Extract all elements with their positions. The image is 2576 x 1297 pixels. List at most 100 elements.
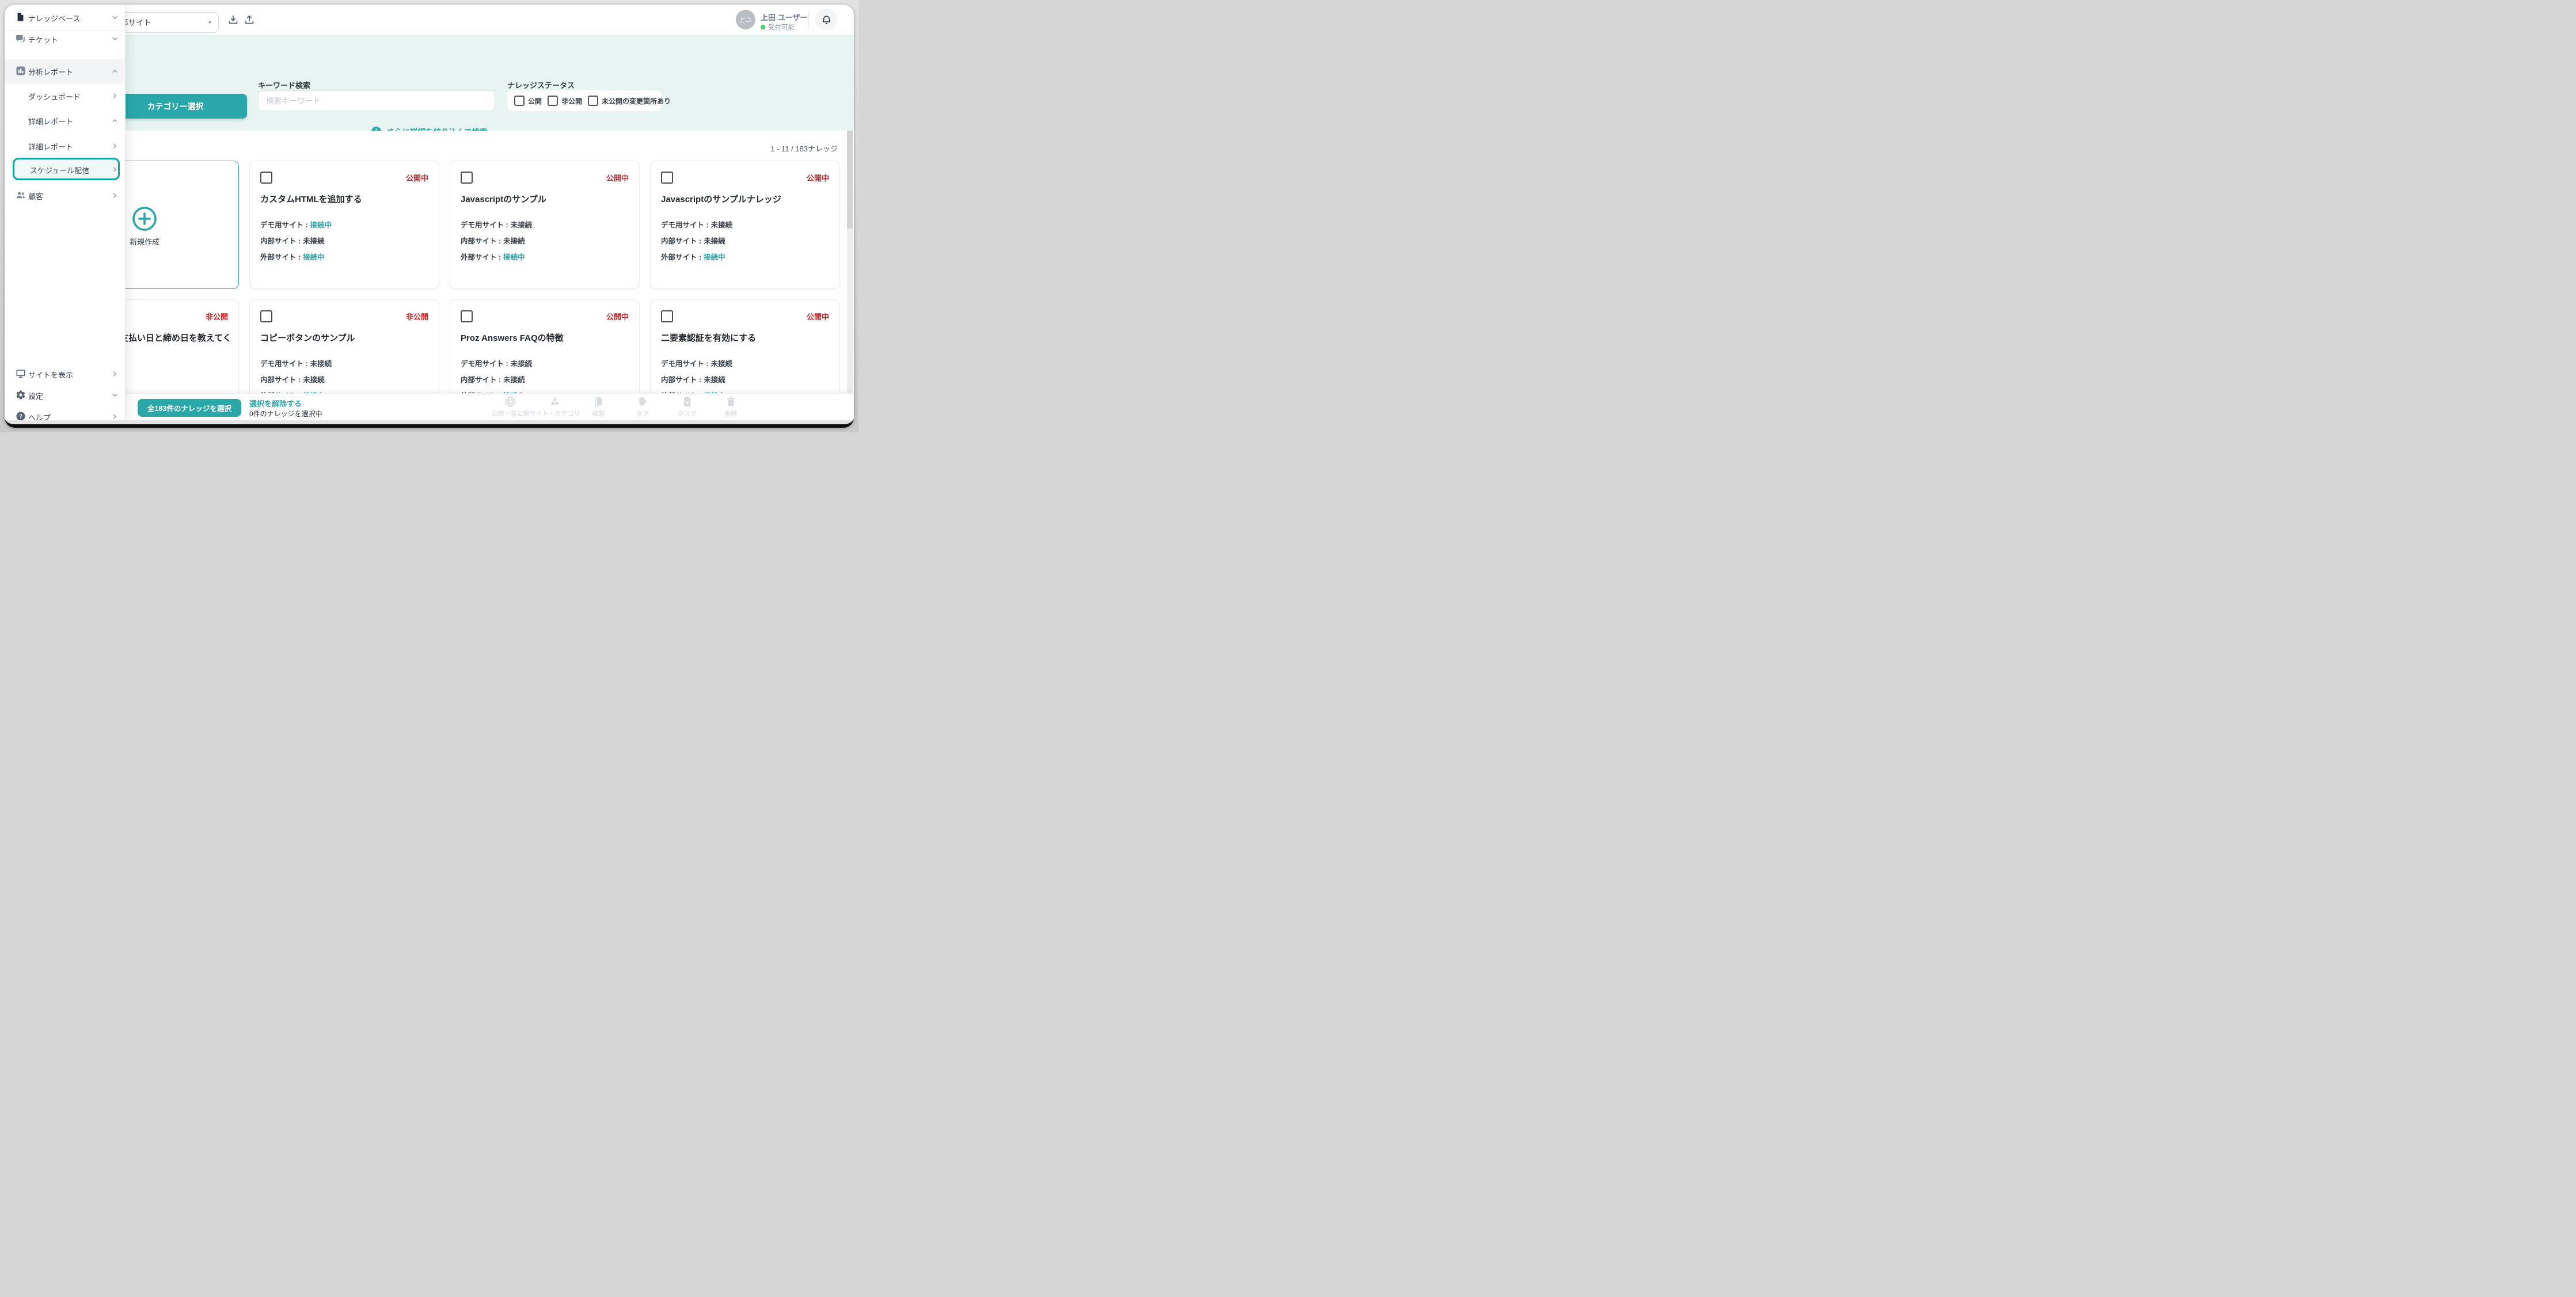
- action-label: 公開・非公開: [492, 409, 530, 418]
- people-icon: [16, 190, 26, 200]
- monitor-icon: [16, 368, 26, 379]
- select-all-button[interactable]: 全183件のナレッジを選択: [138, 399, 241, 417]
- user-status-label: 受付可能: [768, 22, 795, 32]
- status-option-public[interactable]: 公開: [514, 96, 542, 106]
- sidebar-item-knowledge-base[interactable]: ナレッジベース: [5, 6, 125, 29]
- chevron-up-icon: [111, 67, 119, 75]
- sidebar-item-schedule-delivery[interactable]: スケジュール配信: [13, 158, 120, 180]
- bar-chart-icon: [16, 66, 26, 76]
- avatar[interactable]: 上ユ: [736, 10, 755, 29]
- card-checkbox[interactable]: [260, 172, 272, 184]
- sidebar-item-label: チケット: [28, 34, 58, 45]
- site-line-internal: 内部サイト :未接続: [260, 374, 325, 385]
- sidebar-item-label: サイトを表示: [28, 369, 73, 380]
- bell-icon: [821, 14, 832, 25]
- deselect-link[interactable]: 選択を解除する: [249, 398, 302, 409]
- chevron-right-icon: [111, 370, 119, 378]
- result-count: 1 - 11 / 183ナレッジ: [638, 143, 838, 154]
- status-badge: 公開中: [406, 172, 428, 183]
- status-badge: 公開中: [606, 311, 629, 322]
- sidebar-item-label: 顧客: [28, 191, 43, 201]
- checkbox-icon[interactable]: [548, 96, 558, 106]
- status-option-label: 非公開: [561, 96, 582, 106]
- card-checkbox[interactable]: [260, 310, 272, 322]
- status-option-label: 公開: [528, 96, 542, 106]
- notifications-button[interactable]: [815, 9, 837, 31]
- status-badge: 公開中: [807, 311, 829, 322]
- sidebar-item-customers[interactable]: 顧客: [5, 184, 125, 207]
- card-title: 支払い日と締め日を教えてくださ: [120, 332, 231, 344]
- site-line-demo: デモ用サイト :接続中: [260, 219, 332, 230]
- upload-icon[interactable]: [243, 14, 256, 26]
- checkbox-icon[interactable]: [514, 96, 525, 106]
- sidebar-item-view-site[interactable]: サイトを表示: [5, 362, 125, 385]
- sidebar-item-analytics-report[interactable]: 分析レポート: [5, 59, 125, 82]
- card-title: Javascriptのサンプルナレッジ: [661, 193, 833, 205]
- scrollbar-thumb[interactable]: [847, 131, 853, 229]
- site-line-internal: 内部サイト :未接続: [661, 235, 725, 246]
- action-label: 複製: [592, 409, 605, 418]
- trash-icon: [725, 395, 737, 408]
- sidebar-item-label: ダッシュボード: [28, 91, 81, 102]
- sidebar-item-label: スケジュール配信: [30, 165, 89, 176]
- action-label: サイト・カテゴリ: [530, 409, 580, 418]
- action-site-category[interactable]: サイト・カテゴリ: [533, 395, 577, 418]
- sidebar-menu: ナレッジベース チケット 分析レポート ダッシュボード: [5, 5, 126, 424]
- sidebar-item-settings[interactable]: 設定: [5, 383, 125, 406]
- site-line-internal: 内部サイト :未接続: [661, 374, 725, 385]
- sidebar-item-label: 詳細レポート: [28, 116, 73, 127]
- site-line-external: 外部サイト :接続中: [260, 251, 325, 262]
- site-line-internal: 内部サイト :未接続: [461, 235, 525, 246]
- chevron-right-icon: [111, 413, 119, 420]
- action-duplicate[interactable]: 複製: [576, 395, 621, 418]
- action-label: 削除: [725, 409, 738, 418]
- card-title: Proz Answers FAQの特徴: [461, 332, 632, 344]
- knowledge-card[interactable]: 公開中 Javascriptのサンプルナレッジ デモ用サイト :未接続 内部サイ…: [650, 161, 840, 289]
- avatar-initials: 上ユ: [739, 15, 753, 24]
- status-option-unpublished-changes[interactable]: 未公開の変更箇所あり: [588, 96, 671, 106]
- chevron-down-icon: [111, 391, 119, 399]
- sidebar-item-help[interactable]: ? ヘルプ: [5, 405, 125, 428]
- action-delete[interactable]: 削除: [709, 395, 753, 418]
- chevron-down-icon: [111, 35, 119, 43]
- user-name[interactable]: 上田 ユーザー: [761, 12, 807, 22]
- action-publish-unpublish[interactable]: 公開・非公開: [488, 395, 533, 418]
- download-icon[interactable]: [227, 14, 240, 26]
- chevron-down-icon: [111, 14, 119, 21]
- checkbox-icon[interactable]: [588, 96, 598, 106]
- action-tag[interactable]: タグ: [621, 395, 665, 418]
- site-line-demo: デモ用サイト :未接続: [661, 219, 732, 230]
- filter-section: カテゴリー選択 キーワード検索 ナレッジステータス 公開 非公開 未公開の変更箇…: [5, 35, 854, 131]
- document-icon: [16, 12, 26, 22]
- card-checkbox[interactable]: [461, 310, 473, 322]
- knowledge-list: 1 - 11 / 183ナレッジ 新規作成 公開中 カスタムHTMLを追加する …: [5, 131, 854, 393]
- knowledge-card[interactable]: 公開中 カスタムHTMLを追加する デモ用サイト :接続中 内部サイト :未接続…: [249, 161, 439, 289]
- user-status: 受付可能: [761, 22, 795, 32]
- sidebar-item-label: 設定: [28, 390, 43, 401]
- page: 部サイト ▾ 上ユ 上田 ユーザー 受付可能 カテゴリー選択 キーワード検索: [0, 0, 858, 432]
- sidebar-item-detail-report[interactable]: 詳細レポート: [5, 134, 125, 157]
- site-line-demo: デモ用サイト :未接続: [260, 357, 332, 368]
- keyword-search-input[interactable]: [258, 90, 495, 111]
- shapes-icon: [549, 395, 561, 408]
- site-line-demo: デモ用サイト :未接続: [461, 357, 532, 368]
- selection-status: 0件のナレッジを選択中: [249, 409, 322, 419]
- topbar-divider: [808, 12, 809, 28]
- site-line-internal: 内部サイト :未接続: [461, 374, 525, 385]
- card-checkbox[interactable]: [461, 172, 473, 184]
- card-checkbox[interactable]: [661, 310, 673, 322]
- chevron-right-icon: [111, 92, 119, 100]
- status-option-private[interactable]: 非公開: [548, 96, 582, 106]
- status-badge: 非公開: [206, 311, 228, 322]
- site-line-external: 外部サイト :接続中: [461, 251, 525, 262]
- tag-icon: [637, 395, 649, 408]
- status-badge: 公開中: [807, 172, 829, 183]
- sidebar-item-tickets[interactable]: チケット: [5, 27, 125, 50]
- sidebar-item-detail-report-parent[interactable]: 詳細レポート: [5, 109, 125, 132]
- task-icon: [681, 395, 693, 408]
- card-checkbox[interactable]: [661, 172, 673, 184]
- knowledge-card[interactable]: 公開中 Javascriptのサンプル デモ用サイト :未接続 内部サイト :未…: [450, 161, 640, 289]
- status-badge: 非公開: [406, 311, 428, 322]
- sidebar-item-dashboard[interactable]: ダッシュボード: [5, 84, 125, 107]
- action-task[interactable]: タスク: [665, 395, 709, 418]
